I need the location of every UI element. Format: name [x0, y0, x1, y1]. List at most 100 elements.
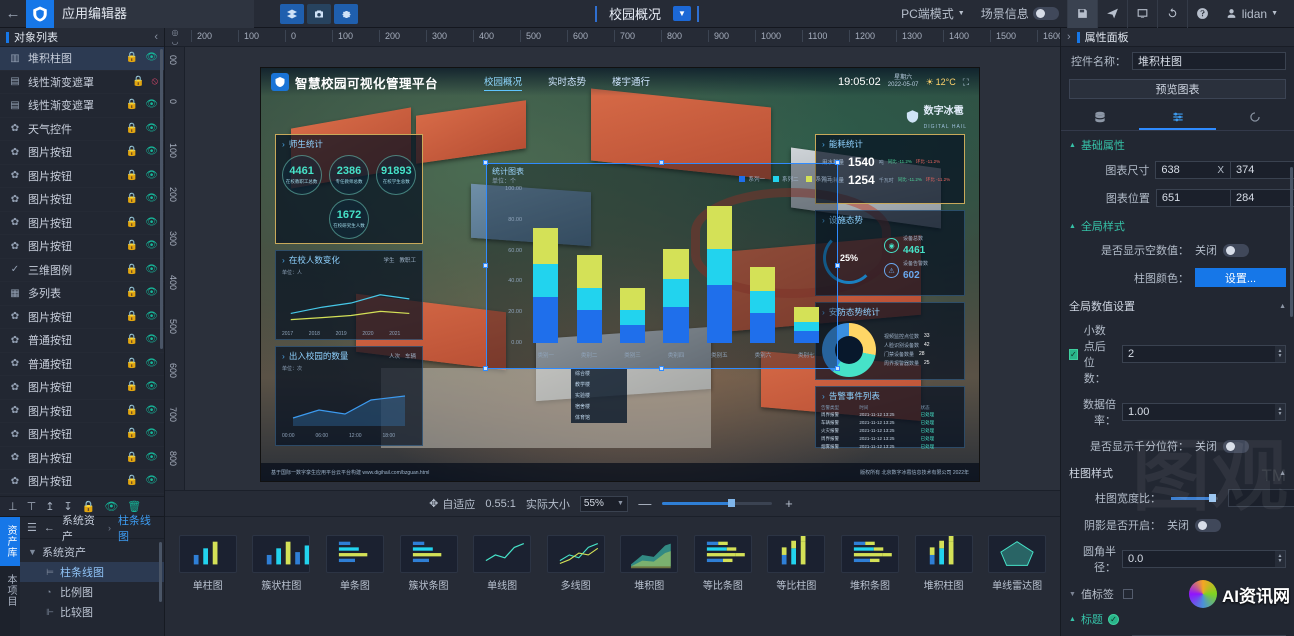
section-global-style-header[interactable]: ▲ 全局样式 [1061, 212, 1294, 237]
value-label-checkbox[interactable] [1122, 589, 1133, 599]
fullscreen-icon[interactable]: ⛶ [963, 77, 969, 88]
back-arrow-icon[interactable]: ← [44, 522, 55, 534]
refresh-button[interactable] [1156, 0, 1187, 28]
object-list-item[interactable]: ✿图片按钮🔒👁 [0, 165, 164, 188]
resize-handle-sw[interactable] [483, 366, 488, 371]
legend-vehicle[interactable]: 车辆 [405, 352, 416, 360]
publish-button[interactable] [1096, 0, 1127, 28]
shadow-switch[interactable] [1195, 518, 1221, 532]
preview-chart-button[interactable]: 预览图表 [1069, 79, 1286, 99]
gallery-item[interactable]: 等比柱图 [762, 535, 832, 592]
scene-info-toggle[interactable]: 场景信息 [973, 0, 1067, 28]
eye-icon[interactable]: 👁 [145, 241, 158, 251]
zoom-out-button[interactable]: — [638, 496, 652, 511]
gallery-item[interactable]: 单线雷达图 [982, 535, 1052, 592]
eye-icon[interactable]: 👁 [145, 382, 158, 392]
eye-icon[interactable]: 👁 [145, 288, 158, 298]
lock-icon[interactable]: 🔒 [126, 53, 138, 63]
hamburger-icon[interactable]: ☰ [27, 521, 37, 534]
gallery-item[interactable]: 单条图 [320, 535, 390, 592]
chevron-down-icon[interactable]: ▼ [673, 6, 691, 21]
eye-icon[interactable]: 👁 [145, 264, 158, 275]
lock-icon[interactable]: 🔒 [126, 452, 138, 463]
bring-front-icon[interactable]: ↥ [45, 500, 54, 513]
bar-color-button[interactable]: 设置... [1195, 268, 1286, 287]
eye-icon[interactable]: ◎ ◡ [165, 28, 185, 46]
eye-icon[interactable]: 👁 [145, 476, 158, 486]
resize-handle-ne[interactable] [835, 160, 840, 165]
section-basic-header[interactable]: ▲ 基础属性 [1061, 131, 1294, 156]
asset-gallery[interactable]: 单柱图 簇状柱图 单条图 簇状条图 单线图 多线图 堆积图 等比条图 等比柱图 堆积条图 堆积柱图 单… [165, 516, 1060, 636]
align-middle-icon[interactable]: ⊤ [27, 500, 37, 513]
panel-alarm[interactable]: 告警事件列表 告警类型时间状态周界报警2021-11-12 13:25已处理车辆… [815, 386, 965, 451]
gallery-item[interactable]: 堆积图 [614, 535, 684, 592]
fit-screen-button[interactable]: ✥ 自适应 [429, 496, 475, 512]
asset-tree-item[interactable]: ⊨ 柱条线图 [20, 562, 164, 582]
panel-online[interactable]: 在校人数变化 学生 教职工 单位：人 2017 [275, 250, 423, 340]
scene-info-switch[interactable] [1032, 7, 1059, 20]
resize-handle-s[interactable] [659, 366, 664, 371]
vertical-ruler[interactable]: 00010020030040050060070080090010001100 [165, 47, 185, 490]
dashboard-preview[interactable]: 智慧校园可视化管理平台 校园概况 实时态势 楼宇通行 19:05:02 星期六 … [260, 67, 980, 482]
nav-item-building[interactable]: 楼宇通行 [612, 74, 650, 91]
actual-size-button[interactable]: 实际大小 [526, 496, 570, 512]
resize-handle-se[interactable] [835, 366, 840, 371]
lock-icon[interactable]: 🔒 [126, 264, 138, 275]
asset-library-tab[interactable]: 资产库 [0, 517, 20, 566]
eye-icon[interactable]: 👁 [145, 452, 158, 463]
resize-handle-nw[interactable] [483, 160, 488, 165]
alarm-table-row[interactable]: 车辆报警 2021-11-12 13:25 已处理 [816, 419, 964, 427]
multiplier-stepper[interactable]: ▲ ▼ [1275, 403, 1286, 421]
alarm-table[interactable]: 告警类型 时间 状态 周界报警 2021-11-12 13:25 已处理 车辆报警 2021-… [816, 405, 964, 451]
object-list-item[interactable]: ✓ 三维图例 🔒 👁 [0, 259, 164, 282]
asset-tree[interactable]: ▼ 系统资产 ⊨ 柱条线图 ◔ 比例图 ⊩ 比较图 [20, 539, 164, 636]
eye-icon[interactable]: 👁 [145, 194, 158, 204]
section-value-label-header[interactable]: ▼ 值标签 [1061, 580, 1294, 605]
object-list-item[interactable]: ✿图片按钮🔒👁 [0, 423, 164, 447]
panel-students[interactable]: 师生统计 4461 在校教职工总数 2386 专任教师总数 91 [275, 134, 423, 244]
gallery-item[interactable]: 堆积柱图 [909, 535, 979, 592]
lock-icon[interactable]: 🔒 [126, 476, 138, 486]
bar-width-input[interactable] [1228, 489, 1294, 507]
eye-icon[interactable]: 👁 [145, 53, 158, 63]
eye-icon[interactable]: 👁 [104, 500, 118, 513]
object-list-item[interactable]: ✿图片按钮🔒👁 [0, 470, 164, 494]
object-list-item[interactable]: ✿图片按钮🔒👁 [0, 235, 164, 259]
lock-icon[interactable]: 🔒 [126, 335, 138, 345]
lock-icon[interactable]: 🔒 [126, 429, 138, 439]
lock-icon[interactable]: 🔒 [126, 288, 138, 298]
resize-handle-e[interactable] [835, 263, 840, 268]
horizontal-ruler[interactable]: 200 100 0 100 200 300 400 500 600 700 800 900 1000 11… [185, 28, 1060, 46]
chevron-right-icon[interactable]: › [1067, 31, 1071, 43]
asset-library-tab[interactable]: 本项目 [0, 566, 20, 615]
title-enable-checkbox[interactable]: ✓ [1107, 613, 1119, 625]
section-global-number-header[interactable]: 全局数值设置 ▲ [1061, 292, 1294, 317]
object-list-item[interactable]: ✿图片按钮🔒👁 [0, 447, 164, 470]
lock-icon[interactable]: 🔒 [126, 194, 138, 204]
resize-handle-w[interactable] [483, 263, 488, 268]
eye-icon[interactable]: 👁 [145, 405, 158, 416]
object-list-item[interactable]: ✿图片按钮🔒👁 [0, 376, 164, 400]
object-list-item[interactable]: ✿图片按钮🔒👁 [0, 494, 164, 497]
gallery-item[interactable]: 多线图 [541, 535, 611, 592]
lock-icon[interactable]: 🔒 [126, 405, 138, 416]
object-list-item[interactable]: ✿图片按钮🔒👁 [0, 212, 164, 235]
section-title-header[interactable]: ▲ 标题 ✓ [1061, 605, 1294, 630]
layers-icon[interactable] [280, 3, 304, 24]
save-button[interactable] [1066, 0, 1097, 28]
gallery-item[interactable]: 簇状条图 [394, 535, 464, 592]
align-top-icon[interactable]: ⊥ [8, 500, 18, 513]
interaction-tab[interactable] [1216, 105, 1294, 130]
lock-icon[interactable]: 🔒 [126, 123, 138, 134]
eye-icon[interactable]: 👁 [145, 358, 158, 369]
object-list-item[interactable]: ▤ 线性渐变遮罩 🔒 ⦸ [0, 71, 164, 94]
nav-item-realtime[interactable]: 实时态势 [548, 74, 586, 91]
eye-icon[interactable]: 👁 [145, 335, 158, 345]
eye-icon[interactable]: 👁 [145, 217, 158, 228]
back-arrow-icon[interactable]: ← [0, 0, 26, 28]
chart-y-input[interactable] [1230, 189, 1294, 207]
eye-icon[interactable]: 👁 [145, 170, 158, 181]
widget-name-input[interactable] [1132, 52, 1286, 70]
eye-icon[interactable]: 👁 [145, 311, 158, 322]
zoom-slider[interactable] [661, 499, 772, 507]
